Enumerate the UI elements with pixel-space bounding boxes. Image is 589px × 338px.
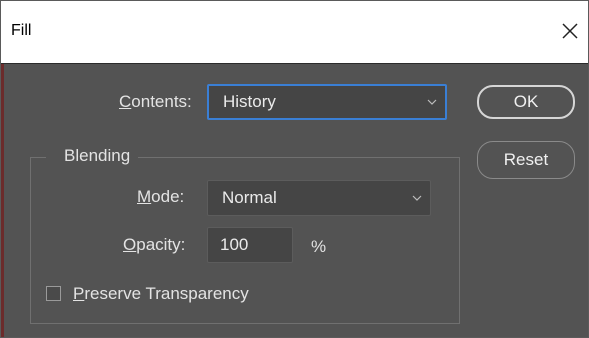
- opacity-label: Opacity:: [123, 235, 186, 254]
- opacity-input[interactable]: 100: [207, 227, 293, 263]
- contents-label: Contents:: [119, 92, 192, 111]
- mode-select[interactable]: Normal: [207, 180, 431, 216]
- opacity-value: 100: [220, 235, 249, 254]
- dialog-title: Fill: [11, 22, 32, 39]
- contents-select[interactable]: History: [207, 84, 447, 120]
- close-button[interactable]: [554, 15, 586, 47]
- window-edge-accent: [1, 64, 4, 337]
- opacity-unit: %: [311, 237, 327, 256]
- contents-select-value: History: [223, 92, 276, 111]
- preserve-transparency-label: Preserve Transparency: [73, 284, 249, 303]
- close-icon: [562, 23, 578, 39]
- ok-button[interactable]: OK: [477, 85, 575, 119]
- mode-label: Mode:: [137, 187, 185, 206]
- chevron-down-icon: [412, 195, 422, 201]
- mode-select-value: Normal: [222, 188, 277, 207]
- fill-dialog: Fill Contents: History OK Reset Blending…: [0, 0, 589, 338]
- blending-legend: Blending: [46, 146, 139, 166]
- chevron-down-icon: [427, 99, 437, 105]
- reset-button[interactable]: Reset: [477, 141, 575, 179]
- title-bar: Fill: [1, 1, 588, 64]
- preserve-transparency-checkbox[interactable]: [46, 286, 61, 301]
